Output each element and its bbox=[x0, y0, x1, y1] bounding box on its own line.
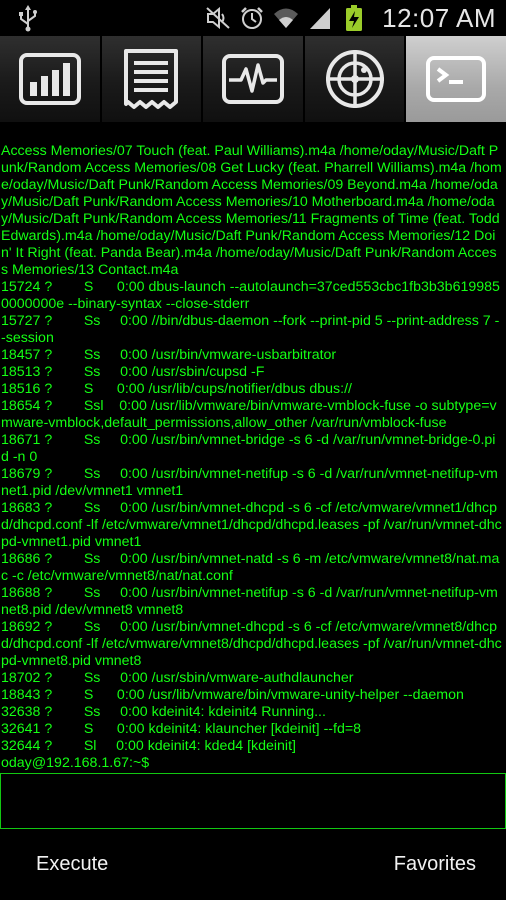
wifi-icon bbox=[272, 4, 300, 32]
terminal-line: 18692 ? Ss 0:00 /usr/bin/vmnet-dhcpd -s … bbox=[1, 619, 502, 669]
signal-icon bbox=[306, 4, 334, 32]
shell-prompt: oday@192.168.1.67:~$ bbox=[1, 755, 150, 771]
command-input[interactable] bbox=[0, 773, 506, 829]
terminal-line: 18702 ? Ss 0:00 /usr/sbin/vmware-authdla… bbox=[1, 670, 354, 686]
tab-list[interactable] bbox=[101, 36, 204, 122]
tab-monitor[interactable] bbox=[203, 36, 305, 122]
terminal-output[interactable]: Access Memories/07 Touch (feat. Paul Wil… bbox=[0, 122, 506, 772]
terminal-line: 18686 ? Ss 0:00 /usr/bin/vmnet-natd -s 6… bbox=[1, 551, 500, 584]
terminal-line: 18688 ? Ss 0:00 /usr/bin/vmnet-netifup -… bbox=[1, 585, 498, 618]
clock: 12:07 AM bbox=[382, 2, 496, 33]
terminal-line: 18516 ? S 0:00 /usr/lib/cups/notifier/db… bbox=[1, 381, 352, 397]
terminal-line: 18671 ? Ss 0:00 /usr/bin/vmnet-bridge -s… bbox=[1, 432, 496, 465]
terminal-line: 18513 ? Ss 0:00 /usr/sbin/cupsd -F bbox=[1, 364, 265, 380]
terminal-line: 18843 ? S 0:00 /usr/lib/vmware/bin/vmwar… bbox=[1, 687, 464, 703]
receipt-list-icon bbox=[124, 49, 179, 109]
radar-icon bbox=[325, 50, 384, 108]
terminal-line: 32644 ? Sl 0:00 kdeinit4: kded4 [kdeinit… bbox=[1, 738, 296, 754]
battery-charging-icon bbox=[340, 4, 368, 32]
usb-icon bbox=[14, 4, 42, 32]
status-bar: 12:07 AM bbox=[0, 0, 506, 36]
terminal-line: 18679 ? Ss 0:00 /usr/bin/vmnet-netifup -… bbox=[1, 466, 498, 499]
tab-stats[interactable] bbox=[0, 36, 102, 122]
mute-icon bbox=[204, 4, 232, 32]
terminal-line: 18457 ? Ss 0:00 /usr/bin/vmware-usbarbit… bbox=[1, 347, 337, 363]
tab-radar[interactable] bbox=[304, 36, 407, 122]
execute-button[interactable]: Execute bbox=[36, 829, 108, 900]
tab-terminal[interactable] bbox=[406, 36, 506, 122]
tab-bar bbox=[0, 36, 506, 122]
terminal-line: 18683 ? Ss 0:00 /usr/bin/vmnet-dhcpd -s … bbox=[1, 500, 502, 550]
bottom-bar: Execute Favorites bbox=[0, 829, 506, 900]
terminal-line: 32638 ? Ss 0:00 kdeinit4: kdeinit4 Runni… bbox=[1, 704, 326, 720]
terminal-line: 15727 ? Ss 0:00 //bin/dbus-daemon --fork… bbox=[1, 313, 500, 346]
terminal-line: 32641 ? S 0:00 kdeinit4: klauncher [kdei… bbox=[1, 721, 362, 737]
alarm-icon bbox=[238, 4, 266, 32]
terminal-line: Access Memories/07 Touch (feat. Paul Wil… bbox=[1, 143, 504, 278]
terminal-icon bbox=[426, 56, 487, 102]
terminal-lines: Access Memories/07 Touch (feat. Paul Wil… bbox=[1, 143, 502, 772]
bar-chart-icon bbox=[18, 53, 81, 105]
heartbeat-monitor-icon bbox=[221, 54, 284, 104]
terminal-line: 15724 ? S 0:00 dbus-launch --autolaunch=… bbox=[1, 279, 500, 312]
terminal-line: 18654 ? Ssl 0:00 /usr/lib/vmware/bin/vmw… bbox=[1, 398, 497, 431]
favorites-button[interactable]: Favorites bbox=[394, 829, 476, 900]
